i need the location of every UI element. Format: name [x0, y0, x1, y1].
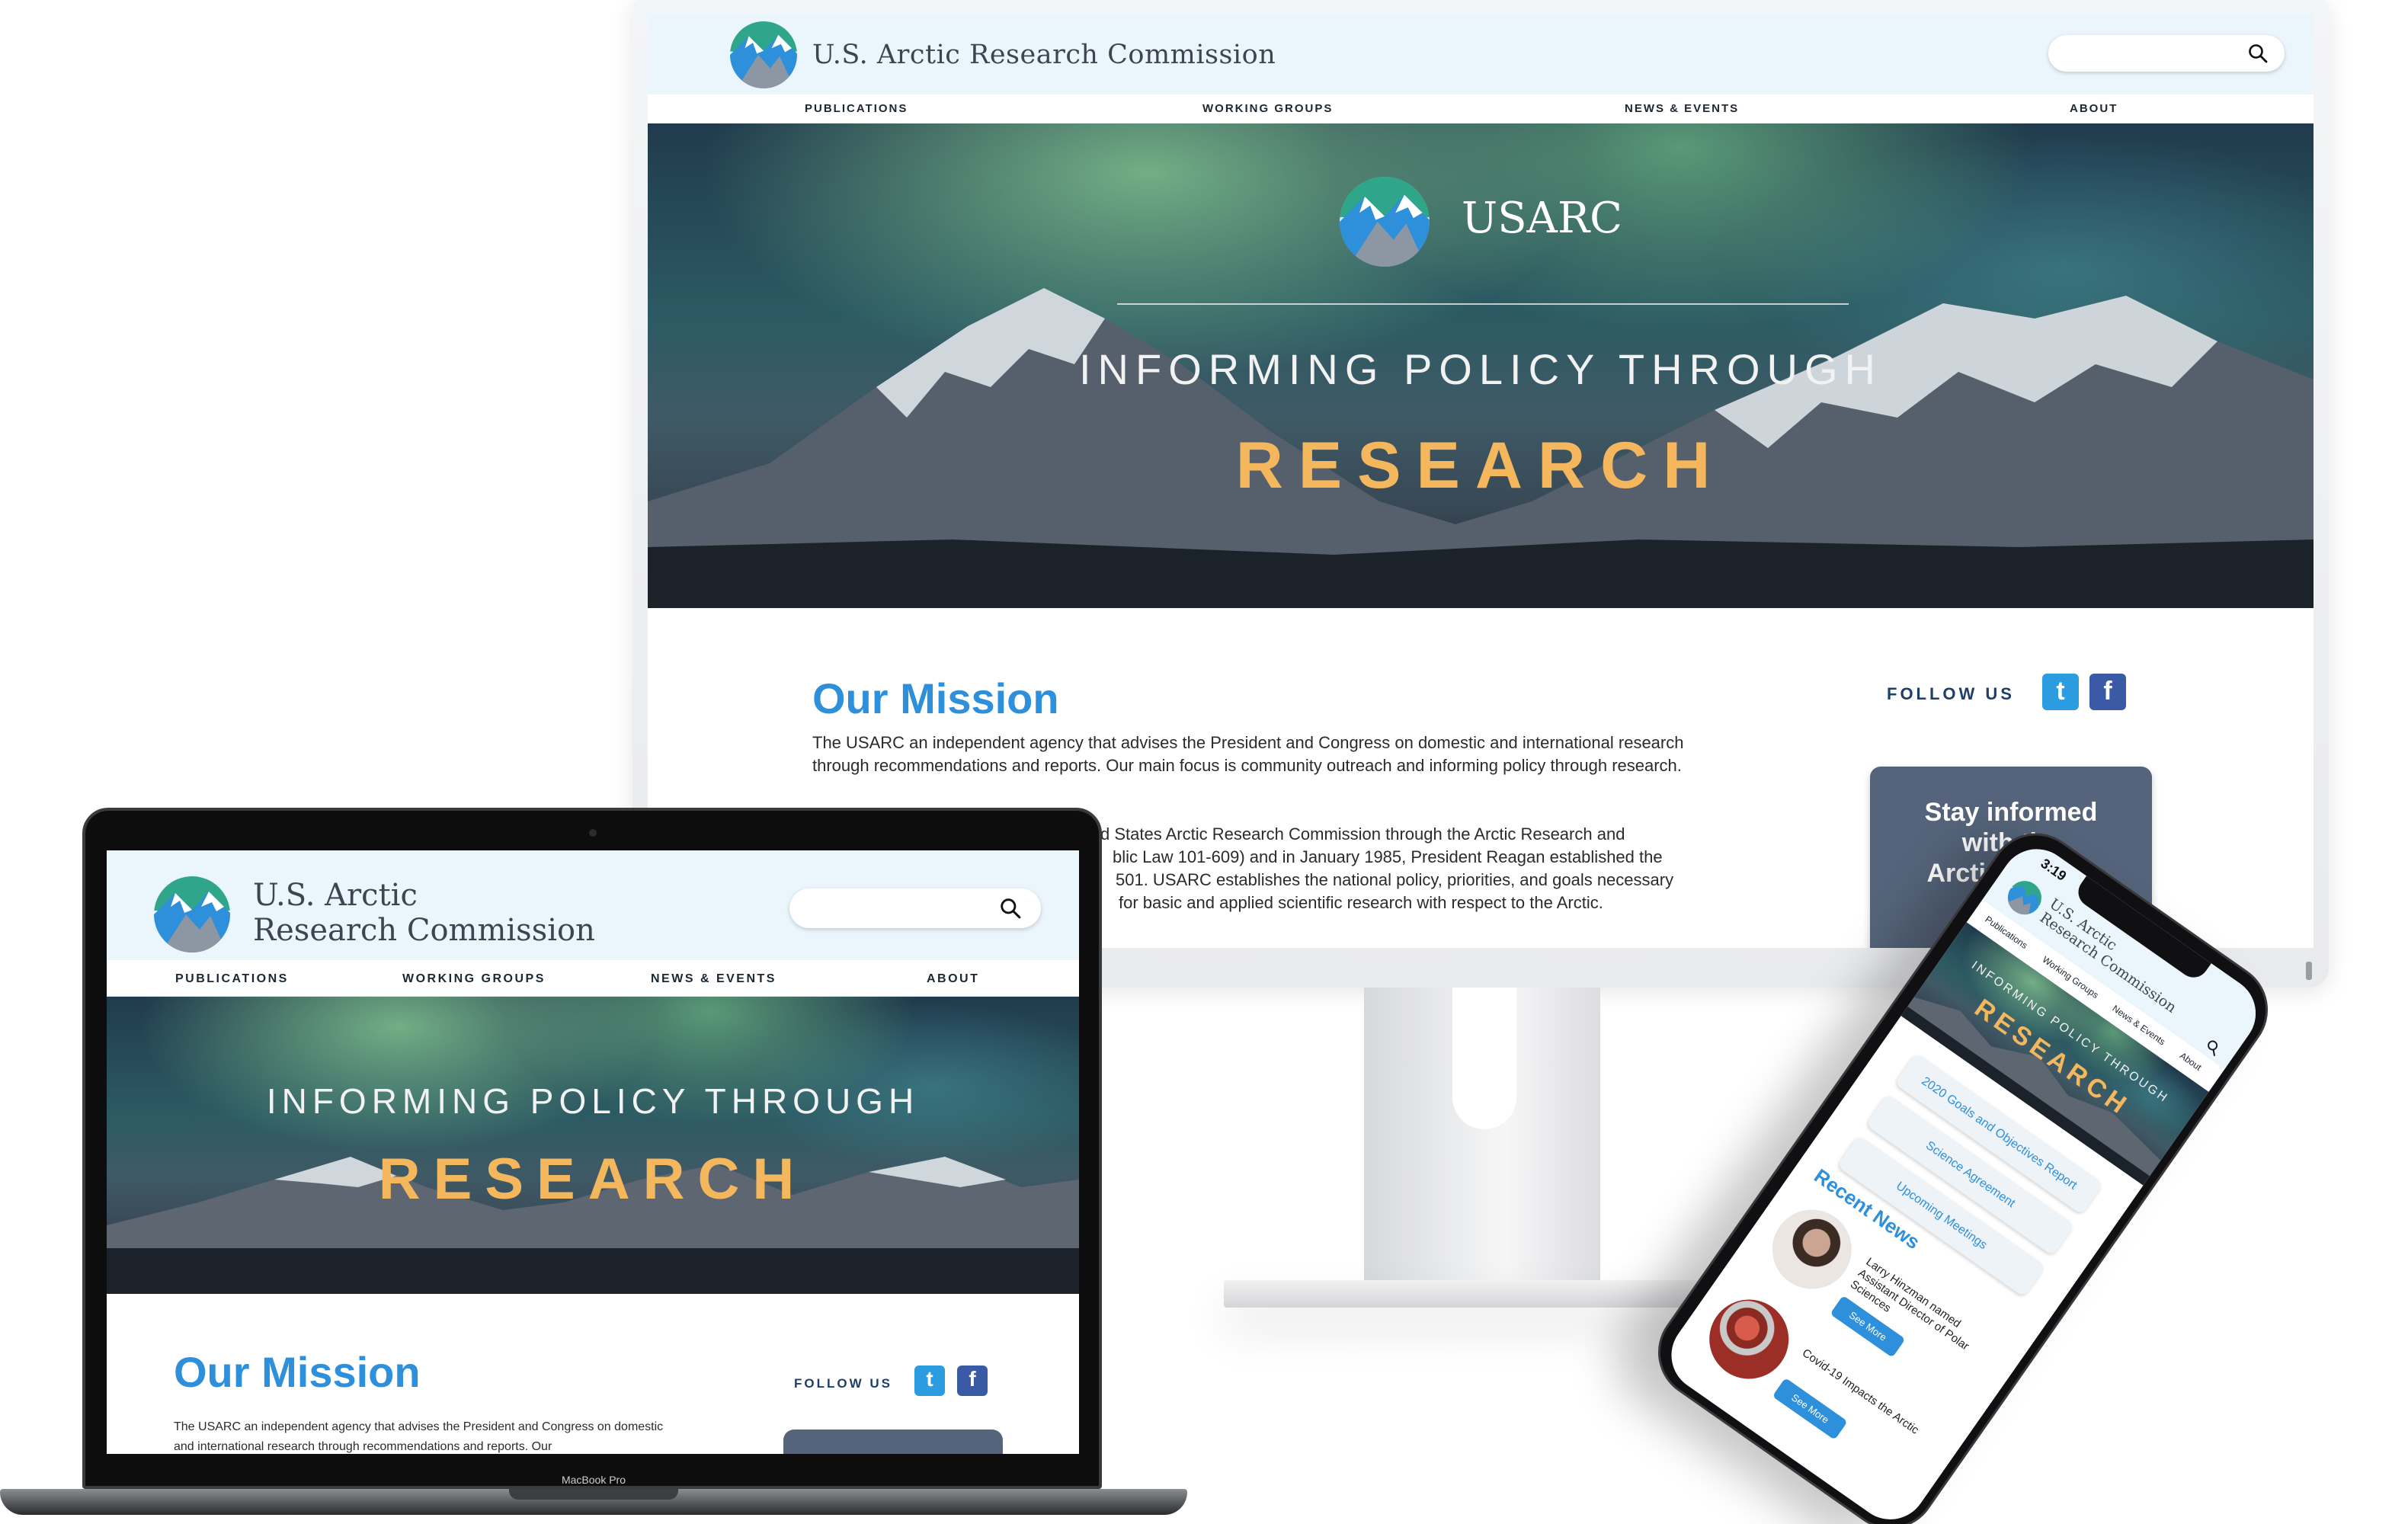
nav-about[interactable]: About [2178, 1050, 2204, 1072]
mission-paragraph: The USARC an independent agency that adv… [812, 733, 1684, 775]
laptop-site-header: U.S. Arctic Research Commission [107, 850, 1079, 960]
hero-heading-accent: RESEARCH [1235, 429, 1726, 502]
mission-paragraph-2-line2: blic Law 101-609) and in January 1985, P… [1113, 847, 1663, 866]
mission-paragraph-2-line3: 501. USARC establishes the national poli… [1116, 870, 1674, 889]
laptop-camera [589, 829, 597, 837]
site-header: U.S. Arctic Research Commission [648, 14, 2314, 94]
hero-brand-text: USARC [1462, 194, 1623, 243]
hero-heading: INFORMING POLICY THROUGH [1078, 345, 1882, 393]
newsletter-card[interactable] [783, 1430, 1003, 1454]
device-label: MacBook Pro [561, 1474, 626, 1486]
mission-title: Our Mission [812, 674, 1059, 722]
newsletter-line1: Stay informed [1924, 798, 2098, 827]
hero-banner: INFORMING POLICY THROUGH RESEARCH [107, 997, 1079, 1294]
nav-news-events[interactable]: NEWS & EVENTS [651, 972, 777, 986]
mission-paragraph-2-line4: for basic and applied scientific researc… [1119, 893, 1603, 912]
follow-us-label: FOLLOW US [794, 1376, 892, 1391]
mission-paragraph: The USARC an independent agency that adv… [174, 1420, 664, 1453]
facebook-icon[interactable]: f [2089, 674, 2126, 710]
hero-heading: INFORMING POLICY THROUGH [266, 1081, 920, 1121]
nav-publications[interactable]: PUBLICATIONS [805, 102, 908, 115]
news-thumbnail[interactable] [1693, 1284, 1804, 1394]
nav-working-groups[interactable]: WORKING GROUPS [402, 972, 546, 986]
twitter-icon[interactable]: t [2042, 674, 2079, 710]
news-headline[interactable]: Covid-19 Impacts the Arctic [1799, 1346, 1932, 1445]
status-time: 3:19 [2038, 855, 2070, 884]
main-nav: PUBLICATIONS WORKING GROUPS NEWS & EVENT… [107, 960, 1079, 997]
search-input[interactable] [2048, 35, 2285, 72]
nav-about[interactable]: ABOUT [927, 972, 979, 986]
mission-paragraph-2-line1: d States Arctic Research Commission thro… [1100, 824, 1625, 844]
nav-publications[interactable]: PUBLICATIONS [175, 972, 289, 986]
twitter-icon[interactable]: t [914, 1366, 945, 1396]
follow-us-label: FOLLOW US [1887, 684, 2015, 703]
search-input[interactable] [789, 888, 1041, 928]
nav-about[interactable]: ABOUT [2070, 102, 2118, 115]
site-title[interactable]: U.S. Arctic Research Commission [253, 878, 595, 948]
scrollbar[interactable] [2306, 962, 2312, 980]
main-nav: PUBLICATIONS WORKING GROUPS NEWS & EVENT… [648, 94, 2314, 123]
usarc-logo-icon[interactable] [154, 876, 230, 952]
usarc-logo-icon[interactable] [2001, 875, 2048, 921]
site-title-line1: U.S. Arctic [253, 878, 418, 913]
search-icon[interactable] [1000, 898, 1021, 919]
site-title[interactable]: U.S. Arctic Research Commission [812, 40, 1276, 70]
monitor-base [1224, 1280, 1750, 1308]
search-icon[interactable] [2248, 43, 2268, 63]
monitor-stand-hole [1452, 988, 1516, 1129]
usarc-logo-icon[interactable] [730, 21, 797, 88]
see-more-button[interactable]: See More [1772, 1377, 1848, 1440]
search-icon[interactable] [2204, 1038, 2223, 1057]
site-title-line2: Research Commission [253, 913, 595, 948]
laptop-notch [509, 1489, 678, 1500]
hero-heading-accent: RESEARCH [378, 1147, 808, 1212]
hero-divider [1117, 303, 1849, 305]
facebook-icon[interactable]: f [957, 1366, 988, 1396]
hero-banner: USARC INFORMING POLICY THROUGH RESEARCH [648, 123, 2314, 608]
mission-title: Our Mission [174, 1348, 421, 1396]
hero-logo-icon [1340, 177, 1430, 267]
laptop-screen: U.S. Arctic Research Commission PUBLICAT… [107, 850, 1079, 1454]
nav-news-events[interactable]: NEWS & EVENTS [1625, 102, 1739, 115]
nav-working-groups[interactable]: WORKING GROUPS [1202, 102, 1333, 115]
